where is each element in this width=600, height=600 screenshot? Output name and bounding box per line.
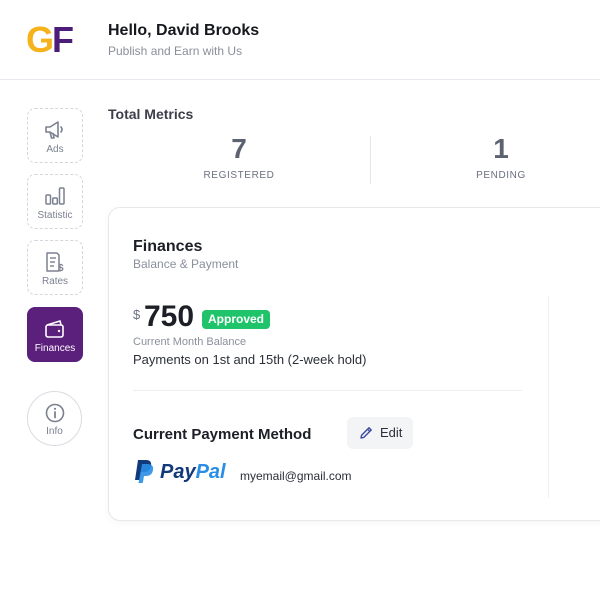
logo-letter-g: G [26, 19, 54, 60]
pencil-icon [360, 427, 372, 439]
sidebar-item-info[interactable]: Info [27, 391, 82, 446]
sidebar-item-label: Ads [46, 144, 64, 155]
metric-value: 7 [231, 133, 247, 164]
edit-payment-button[interactable]: Edit [347, 417, 413, 449]
paypal-word-pal: Pal [195, 461, 226, 483]
info-icon [45, 403, 64, 423]
paypal-icon [135, 460, 154, 483]
brand-logo[interactable]: GF [26, 19, 74, 60]
sidebar-item-label: Finances [34, 343, 76, 354]
receipt-dollar-icon: $ [46, 252, 64, 273]
metric-caption: REGISTERED [203, 170, 275, 181]
logo-letter-f: F [52, 19, 74, 60]
sidebar-item-rates[interactable]: $ Rates [27, 240, 83, 295]
sidebar-item-label: Statistic [37, 210, 73, 221]
bar-chart-icon [45, 187, 65, 205]
finances-subtitle: Balance & Payment [133, 257, 239, 271]
megaphone-icon [45, 121, 63, 139]
metrics-title: Total Metrics [108, 106, 194, 122]
app-header: GF Hello, David Brooks Publish and Earn … [0, 0, 600, 80]
metric-caption: PENDING [476, 170, 526, 181]
header-tagline: Publish and Earn with Us [108, 44, 243, 58]
sidebar-item-ads[interactable]: Ads [27, 108, 83, 163]
sidebar-item-finances[interactable]: Finances [27, 307, 83, 362]
sidebar-item-label: Info [46, 426, 63, 437]
metric-value: 1 [493, 133, 509, 164]
status-badge: Approved [202, 310, 271, 329]
payment-method-title: Current Payment Method [133, 426, 312, 443]
sidebar-item-label: Rates [41, 276, 69, 287]
metric-divider [370, 136, 371, 184]
balance-amount: 750 [144, 300, 195, 333]
section-divider [133, 390, 522, 391]
metric-pending: 1 PENDING [436, 132, 566, 181]
metric-registered: 7 REGISTERED [174, 132, 304, 181]
paypal-word-pay: Pay [160, 461, 196, 483]
finances-title: Finances [133, 238, 203, 255]
payment-email: myemail@gmail.com [240, 469, 352, 483]
paypal-wordmark: PayPal [160, 461, 226, 484]
wallet-icon [45, 320, 64, 338]
svg-text:$: $ [58, 263, 64, 273]
payment-schedule-note: Payments on 1st and 15th (2-week hold) [133, 352, 367, 367]
user-greeting: Hello, David Brooks [108, 22, 260, 39]
sidebar-item-statistic[interactable]: Statistic [27, 174, 83, 229]
column-divider [548, 296, 549, 498]
currency-symbol: $ [133, 307, 141, 322]
balance-label: Current Month Balance [133, 336, 247, 348]
edit-label: Edit [380, 425, 403, 440]
